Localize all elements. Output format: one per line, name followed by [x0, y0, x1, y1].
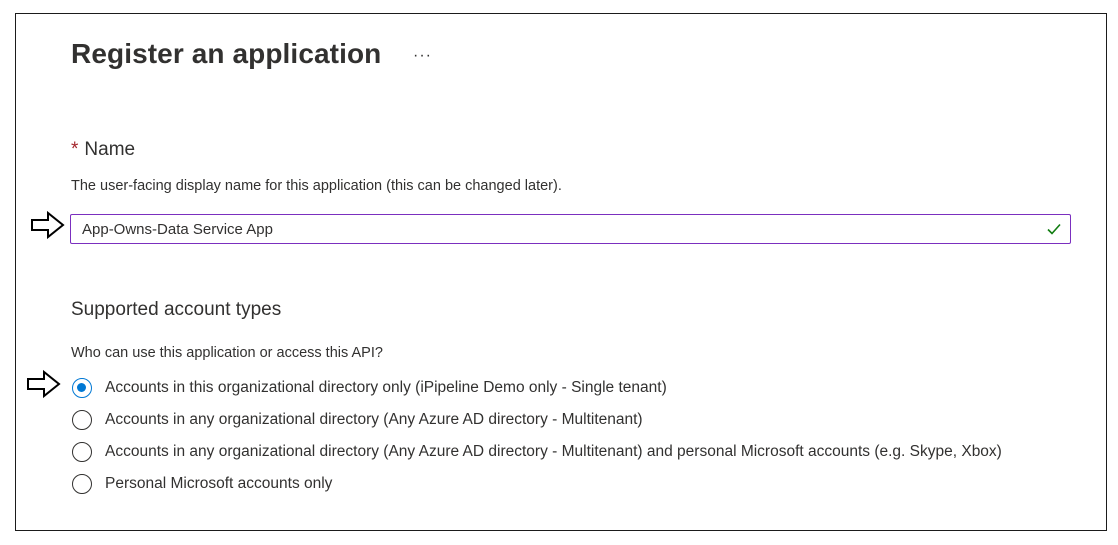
pointer-arrow-icon	[27, 369, 61, 399]
account-types-question: Who can use this application or access t…	[71, 345, 383, 361]
required-marker: *	[71, 139, 79, 160]
radio-button[interactable]	[72, 442, 92, 462]
account-type-option-single-tenant[interactable]: Accounts in this organizational director…	[72, 376, 667, 400]
pointer-arrow-icon	[31, 210, 65, 240]
radio-button[interactable]	[72, 378, 92, 398]
check-icon	[1047, 223, 1061, 235]
radio-label: Personal Microsoft accounts only	[105, 475, 333, 492]
name-input-value[interactable]: App-Owns-Data Service App	[82, 221, 273, 238]
radio-label: Accounts in this organizational director…	[105, 379, 667, 396]
account-type-option-multitenant-personal[interactable]: Accounts in any organizational directory…	[72, 440, 1002, 464]
name-label: * Name	[71, 139, 135, 161]
more-options-button[interactable]: ···	[413, 47, 432, 65]
account-type-option-multitenant[interactable]: Accounts in any organizational directory…	[72, 408, 643, 432]
account-types-label: Supported account types	[71, 299, 282, 320]
radio-label: Accounts in any organizational directory…	[105, 411, 643, 428]
account-type-option-personal[interactable]: Personal Microsoft accounts only	[72, 472, 332, 496]
radio-button[interactable]	[72, 410, 92, 430]
name-description: The user-facing display name for this ap…	[71, 178, 562, 194]
radio-label: Accounts in any organizational directory…	[105, 443, 1002, 460]
page-title: Register an application	[71, 38, 382, 69]
radio-button[interactable]	[72, 474, 92, 494]
name-label-text: Name	[84, 139, 136, 160]
name-input[interactable]: App-Owns-Data Service App	[70, 214, 1071, 244]
